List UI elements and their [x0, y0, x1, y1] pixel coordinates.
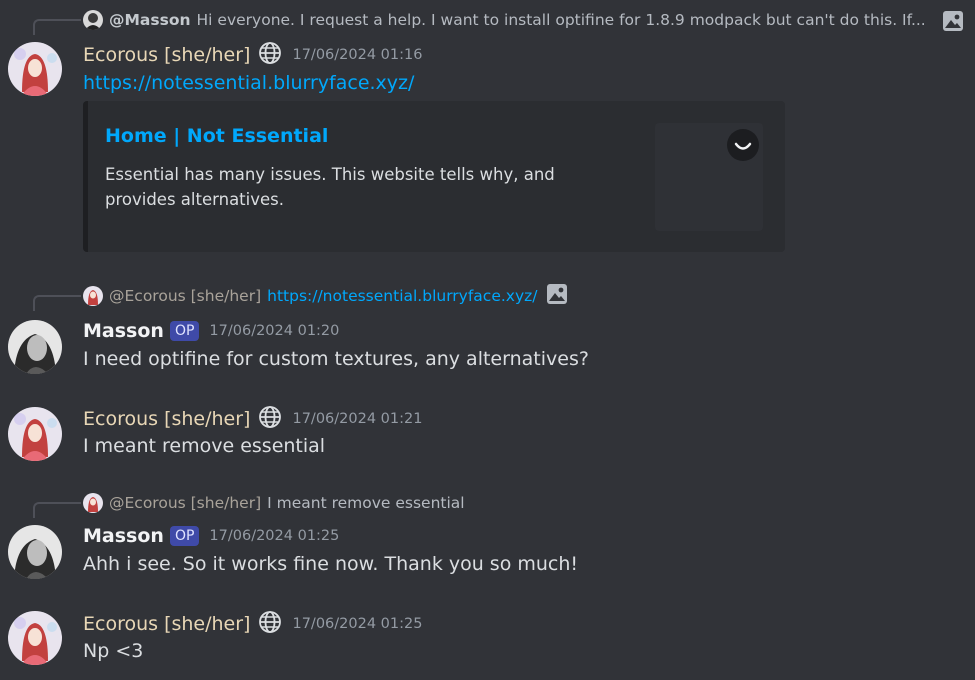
reply-text[interactable]: Hi everyone. I request a help. I want to… [197, 11, 968, 29]
username[interactable]: Ecorous [she/her] [83, 613, 250, 635]
username[interactable]: Masson [83, 320, 164, 342]
reply-connector [33, 502, 81, 518]
reply-preview[interactable]: @Ecorous [she/her] https://notessential.… [83, 283, 568, 309]
site-logo-icon [727, 129, 759, 161]
ecorous-mini-avatar [83, 493, 103, 513]
message-link[interactable]: https://notessential.blurryface.xyz/ [83, 72, 414, 94]
timestamp[interactable]: 17/06/2024 01:20 [209, 323, 339, 339]
timestamp[interactable]: 17/06/2024 01:16 [292, 47, 422, 63]
ecorous-mini-avatar [83, 286, 103, 306]
reply-preview[interactable]: @Ecorous [she/her] I meant remove essent… [83, 492, 465, 514]
reply-author[interactable]: @Ecorous [she/her] [109, 494, 261, 512]
op-badge: OP [169, 526, 200, 546]
reply-text[interactable]: I meant remove essential [267, 494, 464, 512]
reply-text[interactable]: https://notessential.blurryface.xyz/ [267, 287, 537, 305]
timestamp[interactable]: 17/06/2024 01:21 [292, 411, 422, 427]
reply-author[interactable]: @Ecorous [she/her] [109, 287, 261, 305]
reply-connector [33, 19, 81, 35]
message-text: I need optifine for custom textures, any… [83, 348, 589, 370]
timestamp[interactable]: 17/06/2024 01:25 [209, 528, 339, 544]
reply-author[interactable]: @Masson [109, 11, 191, 29]
masson-avatar[interactable] [8, 320, 62, 374]
timestamp[interactable]: 17/06/2024 01:25 [292, 616, 422, 632]
reply-preview[interactable]: @Masson Hi everyone. I request a help. I… [83, 9, 968, 31]
masson-avatar[interactable] [8, 525, 62, 579]
embed-description: Essential has many issues. This website … [105, 165, 555, 209]
username[interactable]: Ecorous [she/her] [83, 44, 250, 66]
globe-icon[interactable] [250, 610, 282, 638]
ecorous-avatar[interactable] [8, 407, 62, 461]
message-header: Masson OP 17/06/2024 01:20 [83, 318, 339, 344]
masson-mini-avatar [83, 10, 103, 30]
message-text: Np <3 [83, 640, 144, 662]
username[interactable]: Masson [83, 525, 164, 547]
globe-icon[interactable] [250, 41, 282, 69]
globe-icon[interactable] [250, 405, 282, 433]
embed-title[interactable]: Home | Not Essential [105, 125, 328, 147]
message-header: Ecorous [she/her] 17/06/2024 01:25 [83, 611, 422, 637]
message-header: Masson OP 17/06/2024 01:25 [83, 523, 339, 549]
reply-connector [33, 295, 81, 311]
username[interactable]: Ecorous [she/her] [83, 408, 250, 430]
ecorous-avatar[interactable] [8, 42, 62, 96]
ecorous-avatar[interactable] [8, 611, 62, 665]
link-embed: Home | Not Essential Essential has many … [83, 101, 785, 252]
message-text: Ahh i see. So it works fine now. Thank y… [83, 553, 579, 575]
image-attachment-icon [942, 10, 964, 36]
message-header: Ecorous [she/her] 17/06/2024 01:21 [83, 406, 422, 432]
image-attachment-icon [538, 283, 568, 309]
message-header: Ecorous [she/her] 17/06/2024 01:16 [83, 42, 422, 68]
embed-thumbnail[interactable] [655, 123, 763, 231]
op-badge: OP [169, 321, 200, 341]
message-text: I meant remove essential [83, 435, 326, 457]
